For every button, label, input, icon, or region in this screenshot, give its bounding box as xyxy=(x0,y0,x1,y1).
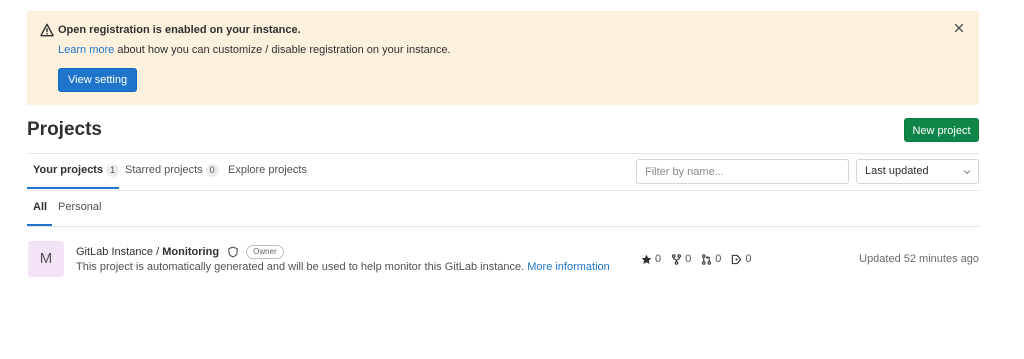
divider xyxy=(27,226,979,227)
project-title: GitLab Instance / Monitoring Owner xyxy=(76,245,284,259)
tab-label: Starred projects xyxy=(125,164,203,176)
tab-count-badge: 1 xyxy=(106,164,120,177)
issues-stat[interactable]: 0 xyxy=(731,253,752,265)
warning-icon xyxy=(40,23,54,37)
forks-count: 0 xyxy=(685,253,692,265)
new-project-button[interactable]: New project xyxy=(904,118,979,142)
alert-body-text: about how you can customize / disable re… xyxy=(114,44,451,56)
role-badge: Owner xyxy=(246,245,284,259)
project-avatar[interactable]: M xyxy=(28,241,64,277)
sort-dropdown[interactable]: Last updated xyxy=(856,159,979,184)
shield-icon xyxy=(228,246,238,258)
updated-timestamp: Updated 52 minutes ago xyxy=(859,253,979,265)
merge-request-icon xyxy=(702,253,712,265)
divider xyxy=(27,190,979,191)
alert-body: Learn more about how you can customize /… xyxy=(58,44,451,56)
tab-your-projects[interactable]: Your projects 1 xyxy=(33,164,120,177)
stars-stat[interactable]: 0 xyxy=(641,253,661,265)
stars-count: 0 xyxy=(655,253,662,265)
view-setting-button[interactable]: View setting xyxy=(58,68,138,92)
merge-requests-stat[interactable]: 0 xyxy=(701,253,721,265)
tab-label: Your projects xyxy=(33,164,104,176)
fork-icon xyxy=(672,253,682,265)
subtab-personal[interactable]: Personal xyxy=(58,201,101,213)
chevron-down-icon xyxy=(963,170,971,175)
issues-icon xyxy=(732,254,742,264)
star-icon xyxy=(641,254,652,264)
merge-requests-count: 0 xyxy=(715,253,722,265)
project-link[interactable]: GitLab Instance / Monitoring xyxy=(76,246,219,258)
learn-more-link[interactable]: Learn more xyxy=(58,44,114,56)
close-icon[interactable] xyxy=(952,21,966,35)
project-name: Monitoring xyxy=(162,245,220,258)
tab-count-badge: 0 xyxy=(205,164,219,177)
more-information-link[interactable]: More information xyxy=(527,261,610,273)
issues-count: 0 xyxy=(745,253,752,265)
subtab-all[interactable]: All xyxy=(33,201,47,213)
tab-starred-projects[interactable]: Starred projects 0 xyxy=(125,164,219,177)
alert-title: Open registration is enabled on your ins… xyxy=(58,24,301,36)
forks-stat[interactable]: 0 xyxy=(671,253,691,265)
divider xyxy=(27,153,979,154)
description-text: This project is automatically generated … xyxy=(76,261,528,273)
project-description: This project is automatically generated … xyxy=(76,261,610,273)
active-tab-indicator xyxy=(27,187,119,189)
tab-explore-projects[interactable]: Explore projects xyxy=(228,164,307,176)
project-stats: 0 0 0 0 xyxy=(641,253,762,265)
project-namespace: GitLab Instance / xyxy=(76,245,163,258)
filter-by-name-input[interactable] xyxy=(636,159,849,184)
sort-selected-value: Last updated xyxy=(865,165,929,177)
page-title: Projects xyxy=(27,119,102,140)
registration-alert: Open registration is enabled on your ins… xyxy=(27,11,979,105)
